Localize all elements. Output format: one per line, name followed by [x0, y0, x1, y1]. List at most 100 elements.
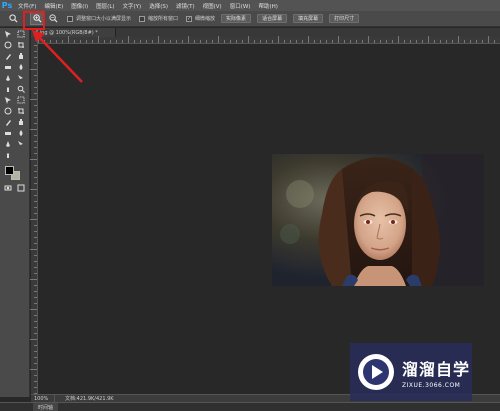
path-select-tool-icon[interactable] — [3, 128, 13, 138]
ruler-tick — [170, 40, 171, 43]
ruler-tick — [34, 381, 37, 382]
move-tool-icon[interactable] — [3, 29, 13, 39]
ruler-tick — [422, 40, 423, 43]
menu-item[interactable]: 文件(F) — [14, 2, 40, 10]
hand-tool-icon[interactable] — [3, 139, 13, 149]
print-size-button[interactable]: 打印尺寸 — [329, 14, 360, 23]
menu-item[interactable]: 图像(I) — [67, 2, 92, 10]
ruler-tick — [30, 279, 37, 280]
ruler-tick — [134, 40, 135, 43]
screen-mode-icon[interactable] — [16, 183, 26, 193]
ruler-tick — [458, 36, 459, 43]
quick-mask-icon[interactable] — [3, 183, 13, 193]
ruler-tick — [302, 40, 303, 43]
ruler-tick — [92, 40, 93, 43]
ruler-tick — [122, 40, 123, 43]
ruler-tick — [494, 40, 495, 43]
ruler-tick — [34, 147, 37, 148]
type-tool-icon[interactable] — [16, 117, 26, 127]
ruler-tick — [34, 123, 37, 124]
color-swatches — [0, 164, 29, 182]
timeline-panel — [0, 402, 500, 411]
dodge-tool-icon[interactable] — [16, 106, 26, 116]
marquee-tool-icon[interactable] — [3, 40, 13, 50]
zoom-tool-preset-icon[interactable] — [6, 12, 20, 26]
ruler-tick — [34, 135, 37, 136]
ruler-tick — [260, 40, 261, 43]
photoshop-logo: Ps — [1, 1, 13, 10]
shape-tool-icon[interactable] — [16, 128, 26, 138]
menu-item[interactable]: 视图(V) — [199, 2, 226, 10]
fill-screen-button[interactable]: 填充屏幕 — [293, 14, 324, 23]
checkbox-box — [139, 15, 146, 22]
actual-pixels-button[interactable]: 实际像素 — [221, 14, 252, 23]
ruler-tick — [34, 105, 37, 106]
ruler-tick — [34, 111, 37, 112]
fit-screen-button[interactable]: 适合屏幕 — [257, 14, 288, 23]
horizontal-ruler[interactable] — [38, 36, 500, 44]
tool-row — [0, 182, 29, 193]
tool-row — [0, 94, 29, 105]
ruler-tick — [338, 36, 339, 43]
ruler-tick — [380, 40, 381, 43]
ruler-tick — [452, 40, 453, 43]
ruler-tick — [34, 243, 37, 244]
ruler-tick — [34, 387, 37, 388]
ruler-tick — [200, 40, 201, 43]
ruler-tick — [206, 40, 207, 43]
ruler-tick — [278, 36, 279, 43]
menu-item[interactable]: 选择(S) — [145, 2, 172, 10]
ruler-tick — [416, 40, 417, 43]
ruler-tick — [34, 165, 37, 166]
menu-bar: Ps 文件(F) 编辑(E) 图像(I) 图层(L) 文字(Y) 选择(S) 滤镜(T) 视图… — [0, 0, 500, 11]
clone-stamp-tool-icon[interactable] — [3, 84, 13, 94]
menu-item[interactable]: 文字(Y) — [119, 2, 146, 10]
ruler-tick — [308, 36, 309, 43]
gradient-tool-icon[interactable] — [16, 95, 26, 105]
pen-tool-icon[interactable] — [3, 117, 13, 127]
ruler-tick — [152, 40, 153, 43]
ruler-tick — [34, 351, 37, 352]
portrait-image — [272, 154, 484, 286]
watermark-url: ZIXUE.3066.COM — [402, 381, 461, 389]
ruler-tick — [374, 40, 375, 43]
ruler-tick — [34, 297, 37, 298]
menu-item[interactable]: 窗口(W) — [226, 2, 255, 10]
eraser-tool-icon[interactable] — [3, 95, 13, 105]
ruler-tick — [386, 40, 387, 43]
document-image[interactable] — [272, 154, 484, 286]
ruler-tick — [34, 231, 37, 232]
tool-row — [0, 138, 29, 149]
menu-item[interactable]: 帮助(H) — [254, 2, 281, 10]
vertical-ruler[interactable] — [30, 37, 38, 394]
ruler-tick — [344, 40, 345, 43]
ruler-tick — [350, 40, 351, 43]
checkbox-label: 细微缩放 — [195, 16, 216, 22]
ruler-tick — [34, 255, 37, 256]
ruler-tick — [464, 40, 465, 43]
zoom-all-windows-checkbox[interactable]: 缩放所有窗口 — [139, 15, 178, 22]
ruler-tick — [34, 375, 37, 376]
ruler-tick — [98, 36, 99, 43]
ruler-tick — [182, 40, 183, 43]
ruler-tick — [446, 40, 447, 43]
menu-item[interactable]: 编辑(E) — [40, 2, 67, 10]
quick-select-tool-icon[interactable] — [3, 51, 13, 61]
zoom-tool-icon[interactable] — [16, 139, 26, 149]
healing-brush-tool-icon[interactable] — [3, 73, 13, 83]
foreground-color-swatch[interactable] — [5, 166, 14, 175]
ruler-tick — [30, 189, 37, 190]
more-tools-icon[interactable] — [3, 150, 13, 160]
checkbox-box-checked: ✓ — [186, 15, 193, 22]
ruler-tick — [224, 40, 225, 43]
ruler-tick — [248, 36, 249, 43]
blur-tool-icon[interactable] — [3, 106, 13, 116]
ruler-tick — [34, 303, 37, 304]
ruler-tick — [488, 36, 489, 43]
menu-item[interactable]: 滤镜(T) — [172, 2, 199, 10]
crop-tool-icon[interactable] — [3, 62, 13, 72]
timeline-tab[interactable]: 时间轴 — [33, 403, 59, 411]
menu-item[interactable]: 图层(L) — [92, 2, 118, 10]
scrubby-zoom-checkbox[interactable]: ✓ 细微缩放 — [186, 15, 215, 22]
ruler-tick — [34, 207, 37, 208]
